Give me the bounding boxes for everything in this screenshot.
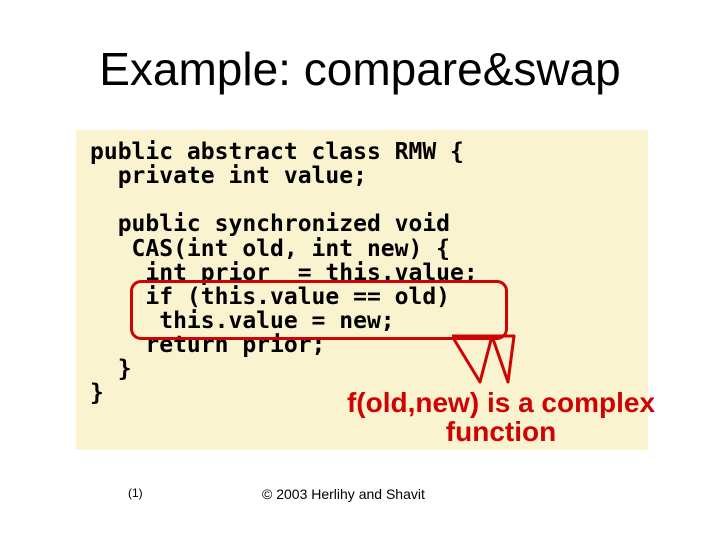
code-line: private int value;	[90, 163, 367, 189]
code-block: public abstract class RMW { private int …	[90, 140, 634, 406]
callout-label: f(old,new) is a complex function	[336, 388, 666, 447]
code-line: }	[90, 356, 132, 382]
copyright: © 2003 Herlihy and Shavit	[262, 486, 425, 502]
code-line: public synchronized void	[90, 211, 450, 237]
callout-pointer-tail	[452, 334, 516, 386]
code-line: CAS(int old, int new) {	[90, 236, 450, 262]
slide-title: Example: compare&swap	[0, 42, 720, 96]
code-line: public abstract class RMW {	[90, 139, 464, 165]
callout-highlight-box	[130, 280, 508, 340]
code-line: }	[90, 380, 104, 406]
page-number: (1)	[128, 486, 143, 500]
slide: Example: compare&swap public abstract cl…	[0, 0, 720, 540]
